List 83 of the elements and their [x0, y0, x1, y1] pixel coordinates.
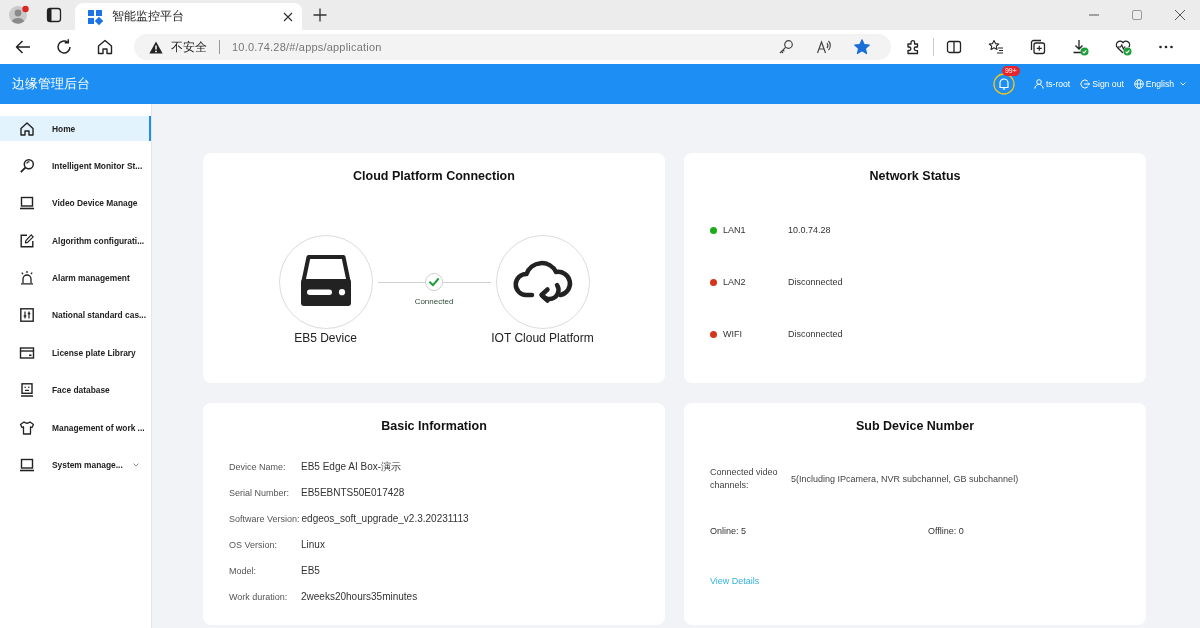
back-arrow-icon[interactable]: [14, 38, 32, 56]
caret-icon: [1180, 82, 1186, 86]
cloud-sync-icon: [495, 235, 590, 329]
split-screen-icon[interactable]: [946, 39, 962, 55]
plus-icon[interactable]: [313, 8, 327, 22]
letter-sound-icon[interactable]: [816, 39, 832, 55]
app-title: 边缘管理后台: [12, 75, 90, 93]
platform-label: IOT Cloud Platform: [491, 331, 594, 346]
home-icon[interactable]: [96, 38, 114, 56]
sign-out-icon: [1080, 79, 1091, 89]
warning-icon[interactable]: [149, 40, 163, 54]
grid-icon: [87, 8, 103, 25]
refresh-icon[interactable]: [55, 38, 73, 56]
edit-icon: [19, 232, 35, 249]
device-label: EB5 Device: [294, 331, 357, 346]
address-bar[interactable]: 不安全 10.0.74.28/#/apps/application: [134, 34, 891, 60]
face-screen-icon: [19, 382, 35, 399]
card-title: Basic Information: [380, 419, 488, 434]
interface-name: LAN1: [723, 225, 747, 235]
field-value: EB5EBNTS50E017428: [301, 487, 405, 498]
laptop-icon: [19, 195, 35, 212]
profile-avatar-icon[interactable]: [8, 5, 30, 25]
interface-status: Disconnected: [788, 277, 843, 287]
field-label: Work duration:: [229, 591, 289, 602]
interface-status: 10.0.74.28: [788, 225, 831, 235]
field-label: Serial Number:: [229, 487, 291, 498]
sidebar-item[interactable]: Face database: [0, 377, 151, 403]
url-text[interactable]: 10.0.74.28/#/apps/application: [232, 41, 382, 53]
user-icon: [1033, 79, 1044, 89]
field-label: Software Version:: [229, 513, 300, 524]
field-value: 5(Including IPcamera, NVR subchannel, GB subchannel): [791, 474, 1019, 484]
star-icon[interactable]: [854, 39, 870, 55]
caret-icon: [133, 463, 139, 467]
close-icon[interactable]: [283, 11, 293, 22]
sidebar-item[interactable]: Intelligent Monitor St...: [0, 153, 151, 179]
sidebar-item[interactable]: National standard cas...: [0, 302, 151, 328]
card-icon: [19, 344, 35, 361]
connection-status: Connected: [414, 297, 454, 306]
tab-actions-icon[interactable]: [46, 7, 62, 23]
field-value: EB5 Edge AI Box-演示: [301, 459, 402, 474]
search-icon: [19, 157, 35, 174]
laptop-icon: [19, 457, 35, 473]
security-label[interactable]: 不安全: [171, 38, 207, 56]
connector-line: [377, 281, 425, 283]
key-icon[interactable]: [778, 39, 794, 55]
alarm-light-icon: [19, 270, 35, 287]
globe-icon: [1133, 79, 1144, 89]
download-icon[interactable]: [1072, 38, 1089, 56]
star-list-icon[interactable]: [988, 39, 1004, 55]
card-title: Network Status: [868, 169, 962, 184]
card-title: Cloud Platform Connection: [352, 169, 516, 184]
connector-line: [443, 281, 491, 283]
home-icon: [19, 120, 35, 137]
field-label: Connected video channels:: [710, 466, 779, 492]
heart-pulse-icon[interactable]: [1115, 38, 1132, 56]
sidebar-item[interactable]: Video Device Manage: [0, 190, 151, 216]
field-label: Model:: [229, 565, 257, 576]
online-count: Online: 5: [710, 526, 748, 536]
interface-name: LAN2: [723, 277, 747, 287]
field-label: OS Version:: [229, 539, 279, 550]
field-value: edgeos_soft_upgrade_v2.3.20231113: [301, 513, 469, 524]
sidebar-item[interactable]: Alarm management: [0, 265, 151, 291]
sidebar-item[interactable]: Management of work ...: [0, 415, 151, 441]
hard-drive-icon: [278, 235, 373, 329]
sidebar-item[interactable]: License plate Library: [0, 340, 151, 366]
close-icon[interactable]: [1174, 9, 1186, 21]
card-title: Sub Device Number: [854, 419, 976, 434]
browser-tab[interactable]: 智能监控平台: [75, 3, 302, 30]
field-value: EB5: [301, 565, 320, 576]
bell-icon[interactable]: [992, 73, 1015, 95]
field-value: Linux: [301, 539, 325, 550]
sidebar-item[interactable]: System manage...: [0, 452, 151, 478]
field-label: Device Name:: [229, 461, 287, 472]
sidebar-item[interactable]: Algorithm configurati...: [0, 228, 151, 254]
puzzle-icon[interactable]: [905, 39, 921, 55]
offline-count: Offline: 0: [928, 526, 964, 536]
sliders-icon: [19, 307, 35, 324]
field-value: 2weeks20hours35minutes: [301, 591, 418, 602]
shirt-icon: [19, 419, 35, 436]
interface-name: WIFI: [723, 329, 743, 339]
sidebar-item[interactable]: Home: [0, 116, 151, 141]
interface-status: Disconnected: [788, 329, 843, 339]
squares-plus-icon[interactable]: [1030, 39, 1046, 55]
